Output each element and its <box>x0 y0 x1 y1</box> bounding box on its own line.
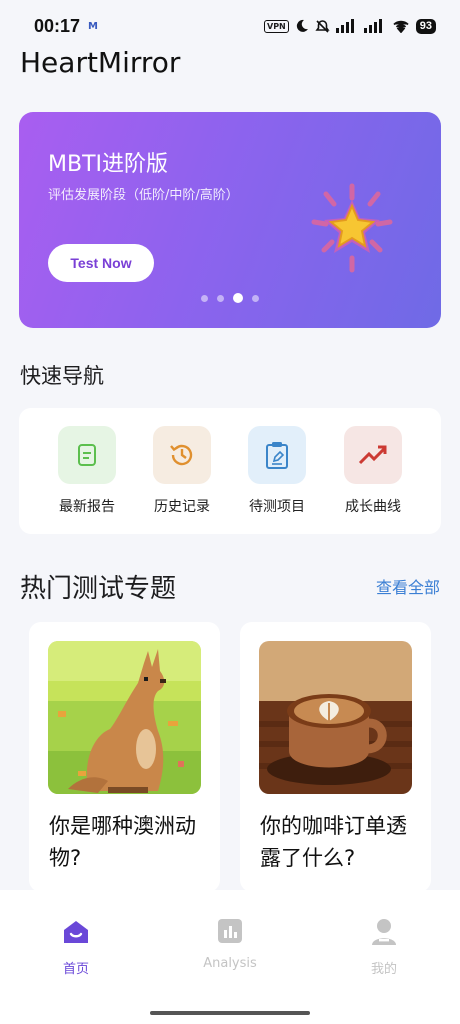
status-time: 00:17 <box>34 15 81 36</box>
topic-title: 你是哪种澳洲动物? <box>49 814 196 870</box>
quick-nav-title: 快速导航 <box>20 364 104 388</box>
carousel-dot-active[interactable] <box>233 293 243 303</box>
carousel-dot[interactable] <box>201 294 208 302</box>
app-title: HeartMirror <box>20 46 181 79</box>
nav-item-latest-report[interactable]: 最新报告 <box>42 426 132 516</box>
signal-icon-2 <box>363 19 382 33</box>
test-now-button[interactable]: Test Now <box>48 244 154 282</box>
promo-banner[interactable]: MBTI进阶版 评估发展阶段（低阶/中阶/高阶） Test Now <box>19 112 441 328</box>
bottom-tab-bar: 首页 Analysis 我的 <box>0 890 460 1024</box>
tab-label: Analysis <box>203 956 257 971</box>
nav-item-history[interactable]: 历史记录 <box>137 426 227 516</box>
nav-label: 最新报告 <box>59 499 115 515</box>
moon-icon <box>296 19 308 32</box>
clipboard-icon <box>248 426 306 484</box>
kangaroo-image <box>48 641 201 794</box>
tab-label: 我的 <box>370 962 397 977</box>
quick-nav-card: 最新报告 历史记录 待测项目 成长曲线 <box>19 408 441 534</box>
wifi-icon <box>393 20 409 33</box>
carousel-dots[interactable] <box>19 293 441 303</box>
topic-card-kangaroo[interactable]: 你是哪种澳洲动物? <box>29 622 220 892</box>
status-bar: 00:17 M VPN 93 <box>0 0 460 52</box>
mute-icon <box>315 19 330 33</box>
carrier-icon: M <box>88 20 98 32</box>
signal-icon <box>335 19 354 33</box>
tab-profile[interactable]: 我的 <box>339 918 429 977</box>
vpn-icon: VPN <box>264 19 289 33</box>
view-all-link[interactable]: 查看全部 <box>376 574 440 598</box>
topic-title: 你的咖啡订单透露了什么? <box>260 814 407 870</box>
profile-icon <box>372 919 396 945</box>
tab-home[interactable]: 首页 <box>31 918 121 977</box>
nav-label: 成长曲线 <box>345 499 401 515</box>
banner-subtitle: 评估发展阶段（低阶/中阶/高阶） <box>48 188 239 203</box>
home-icon <box>64 921 88 943</box>
home-indicator[interactable] <box>150 1011 310 1015</box>
nav-item-pending[interactable]: 待测项目 <box>232 426 322 516</box>
trend-icon <box>344 426 402 484</box>
tab-label: 首页 <box>62 962 89 977</box>
carousel-dot[interactable] <box>252 294 259 302</box>
battery-indicator: 93 <box>415 18 436 34</box>
tab-analysis[interactable]: Analysis <box>185 918 275 971</box>
history-icon <box>153 426 211 484</box>
analysis-icon <box>218 919 242 943</box>
nav-item-growth[interactable]: 成长曲线 <box>328 426 418 516</box>
banner-title: MBTI进阶版 <box>48 152 169 177</box>
star-icon <box>311 183 393 273</box>
carousel-dot[interactable] <box>217 294 224 302</box>
topic-card-coffee[interactable]: 你的咖啡订单透露了什么? <box>240 622 431 892</box>
report-icon <box>58 426 116 484</box>
nav-label: 待测项目 <box>249 499 305 515</box>
nav-label: 历史记录 <box>154 499 210 515</box>
latte-image <box>259 641 412 794</box>
hot-topics-title: 热门测试专题 <box>20 574 177 604</box>
